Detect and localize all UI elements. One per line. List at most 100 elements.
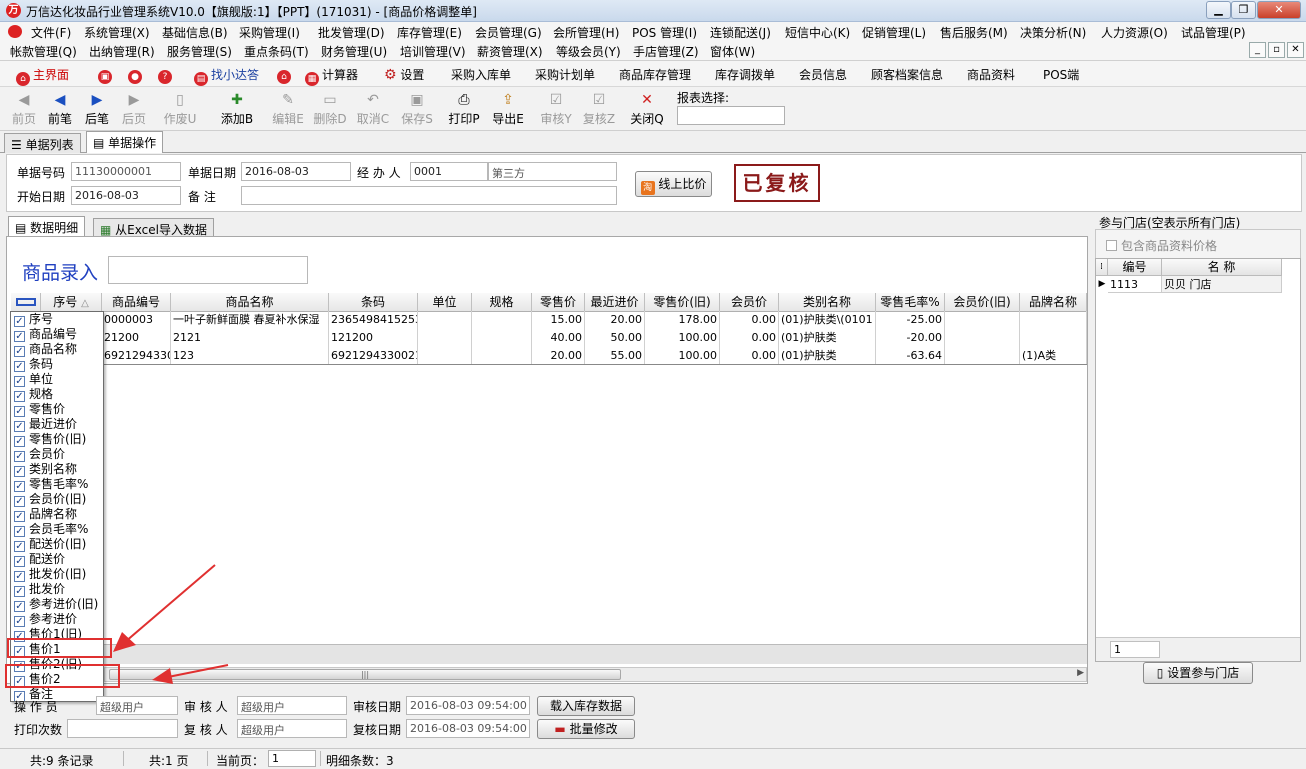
void-button[interactable]: ▯ 作废U <box>160 91 200 127</box>
column-option[interactable]: ✓ 批发价 <box>14 582 65 597</box>
menu-inventory[interactable]: 库存管理(E) <box>397 24 462 41</box>
menu-analysis[interactable]: 决策分析(N) <box>1020 24 1086 41</box>
col-header-spec[interactable]: 规格 <box>472 293 532 312</box>
member-info-button[interactable]: 会员信息 <box>799 66 847 83</box>
horizontal-scrollbar[interactable]: ||| ▶ <box>104 667 1087 682</box>
menu-purchase[interactable]: 采购管理(I) <box>239 24 300 41</box>
menu-cashier[interactable]: 出纳管理(R) <box>89 43 155 60</box>
menu-store[interactable]: 手店管理(Z) <box>633 43 699 60</box>
chat-button[interactable]: ● <box>128 66 145 84</box>
menu-wholesale[interactable]: 批发管理(D) <box>318 24 385 41</box>
minimize-button[interactable]: ▁ <box>1206 1 1231 19</box>
col-header-last-cost[interactable]: 最近进价 <box>585 293 645 312</box>
start-date-field[interactable]: 2016-08-03 <box>71 186 181 205</box>
customer-records-button[interactable]: 顾客档案信息 <box>871 66 943 83</box>
col-header-member[interactable]: 会员价 <box>720 293 779 312</box>
edit-button[interactable]: ✎ 编辑E <box>268 91 308 127</box>
column-option[interactable]: ✓ 条码 <box>14 357 53 372</box>
close-form-button[interactable]: ✕ 关闭Q <box>627 91 667 127</box>
col-header-name[interactable]: 商品名称 <box>171 293 329 312</box>
column-option[interactable]: ✓ 零售价 <box>14 402 65 417</box>
export-button[interactable]: ⇪ 导出E <box>488 91 528 127</box>
purchase-plan-button[interactable]: 采购计划单 <box>535 66 595 83</box>
menu-samples[interactable]: 试品管理(P) <box>1181 24 1246 41</box>
menu-basic-info[interactable]: 基础信息(B) <box>162 24 228 41</box>
assistant-button[interactable]: ▤ 找小达答 <box>194 66 259 86</box>
column-option[interactable]: ✓ 配送价 <box>14 552 65 567</box>
mdi-close-button[interactable]: ✕ <box>1287 42 1304 58</box>
handler-code-field[interactable]: 0001 <box>410 162 488 181</box>
menu-club[interactable]: 会所管理(H) <box>553 24 619 41</box>
col-header-margin[interactable]: 零售毛率% <box>876 293 945 312</box>
print-button[interactable]: ⎙ 打印P <box>444 91 484 127</box>
column-option[interactable]: ✓ 参考进价(旧) <box>14 597 98 612</box>
settings-button[interactable]: ⚙ 设置 <box>384 66 424 83</box>
batch-edit-button[interactable]: ▬ 批量修改 <box>537 719 635 739</box>
col-header-seq[interactable]: 序号 △ <box>41 293 102 312</box>
column-option[interactable]: ✓ 单位 <box>14 372 53 387</box>
menu-salary[interactable]: 薪资管理(X) <box>477 43 543 60</box>
col-header-retail-old[interactable]: 零售价(旧) <box>645 293 720 312</box>
col-header-unit[interactable]: 单位 <box>418 293 472 312</box>
menu-file[interactable]: 文件(F) <box>31 24 71 41</box>
column-option[interactable]: ✓ 会员价(旧) <box>14 492 86 507</box>
doc-no-field[interactable]: 11130000001 <box>71 162 181 181</box>
menu-pos[interactable]: POS 管理(I) <box>632 24 697 41</box>
menu-system[interactable]: 系统管理(X) <box>84 24 150 41</box>
column-option[interactable]: ✓ 商品编号 <box>14 327 77 342</box>
delete-button[interactable]: ▭ 删除D <box>310 91 350 127</box>
tab-document-list[interactable]: ☰ 单据列表 <box>4 133 81 153</box>
stock-management-button[interactable]: 商品库存管理 <box>619 66 691 83</box>
menu-sms[interactable]: 短信中心(K) <box>785 24 850 41</box>
col-header-barcode[interactable]: 条码 <box>329 293 418 312</box>
column-option[interactable]: ✓ 零售毛率% <box>14 477 88 492</box>
maximize-button[interactable]: ❐ <box>1231 1 1256 19</box>
menu-accounts[interactable]: 帐款管理(Q) <box>10 43 77 60</box>
menu-training[interactable]: 培训管理(V) <box>400 43 466 60</box>
prev-record-button[interactable]: ◀ 前笔 <box>40 91 80 127</box>
tab-excel-import[interactable]: ▦ 从Excel导入数据 <box>93 218 214 237</box>
product-info-button[interactable]: 商品资料 <box>967 66 1015 83</box>
col-header-category[interactable]: 类别名称 <box>779 293 876 312</box>
next-record-button[interactable]: ▶ 后笔 <box>77 91 117 127</box>
col-header-brand[interactable]: 品牌名称 <box>1020 293 1087 312</box>
next-page-button[interactable]: ▶ 后页 <box>114 91 154 127</box>
pos-button[interactable]: POS端 <box>1043 66 1079 83</box>
scroll-right-icon[interactable]: ▶ <box>1077 668 1084 678</box>
help-button[interactable]: ? <box>158 66 175 84</box>
set-stores-button[interactable]: ▯ 设置参与门店 <box>1143 662 1253 684</box>
menu-promotion[interactable]: 促销管理(L) <box>862 24 926 41</box>
column-option[interactable]: ✓ 品牌名称 <box>14 507 77 522</box>
product-entry-input[interactable] <box>108 256 308 284</box>
report-select-input[interactable] <box>677 106 785 125</box>
mdi-restore-button[interactable]: ▫ <box>1268 42 1285 58</box>
menu-grade-member[interactable]: 等级会员(Y) <box>556 43 621 60</box>
lock-button[interactable]: ▣ <box>98 66 115 84</box>
handler-name-field[interactable]: 第三方 <box>488 162 617 181</box>
home-button[interactable]: ⌂ 主界面 <box>16 66 69 86</box>
col-header-retail[interactable]: 零售价 <box>532 293 585 312</box>
doc-date-field[interactable]: 2016-08-03 <box>241 162 351 181</box>
save-button[interactable]: ▣ 保存S <box>397 91 437 127</box>
calculator-button[interactable]: ▦ 计算器 <box>305 66 358 86</box>
menu-after-sales[interactable]: 售后服务(M) <box>940 24 1008 41</box>
tab-data-detail[interactable]: ▤ 数据明细 <box>8 216 86 236</box>
column-option[interactable]: ✓ 参考进价 <box>14 612 77 627</box>
menu-finance[interactable]: 财务管理(U) <box>321 43 387 60</box>
home2-button[interactable]: ⌂ <box>277 66 294 84</box>
menu-key-barcode[interactable]: 重点条码(T) <box>244 43 309 60</box>
menu-member[interactable]: 会员管理(G) <box>475 24 542 41</box>
column-option[interactable]: ✓ 零售价(旧) <box>14 432 86 447</box>
stores-col-code[interactable]: 编号 <box>1108 259 1162 276</box>
load-stock-button[interactable]: 载入库存数据 <box>537 696 635 716</box>
stock-transfer-button[interactable]: 库存调拨单 <box>715 66 775 83</box>
prev-page-button[interactable]: ◀ 前页 <box>4 91 44 127</box>
menu-distribution[interactable]: 连锁配送(J) <box>710 24 771 41</box>
reaudit-button[interactable]: ☑ 复核Z <box>579 91 619 127</box>
store-name-cell[interactable]: 贝贝 门店 <box>1162 276 1282 293</box>
column-option[interactable]: ✓ 规格 <box>14 387 53 402</box>
add-button[interactable]: ✚ 添加B <box>217 91 257 127</box>
tab-document-operation[interactable]: ▤ 单据操作 <box>86 131 164 153</box>
current-page-input[interactable]: 1 <box>268 750 316 767</box>
stores-col-name[interactable]: 名 称 <box>1162 259 1282 276</box>
